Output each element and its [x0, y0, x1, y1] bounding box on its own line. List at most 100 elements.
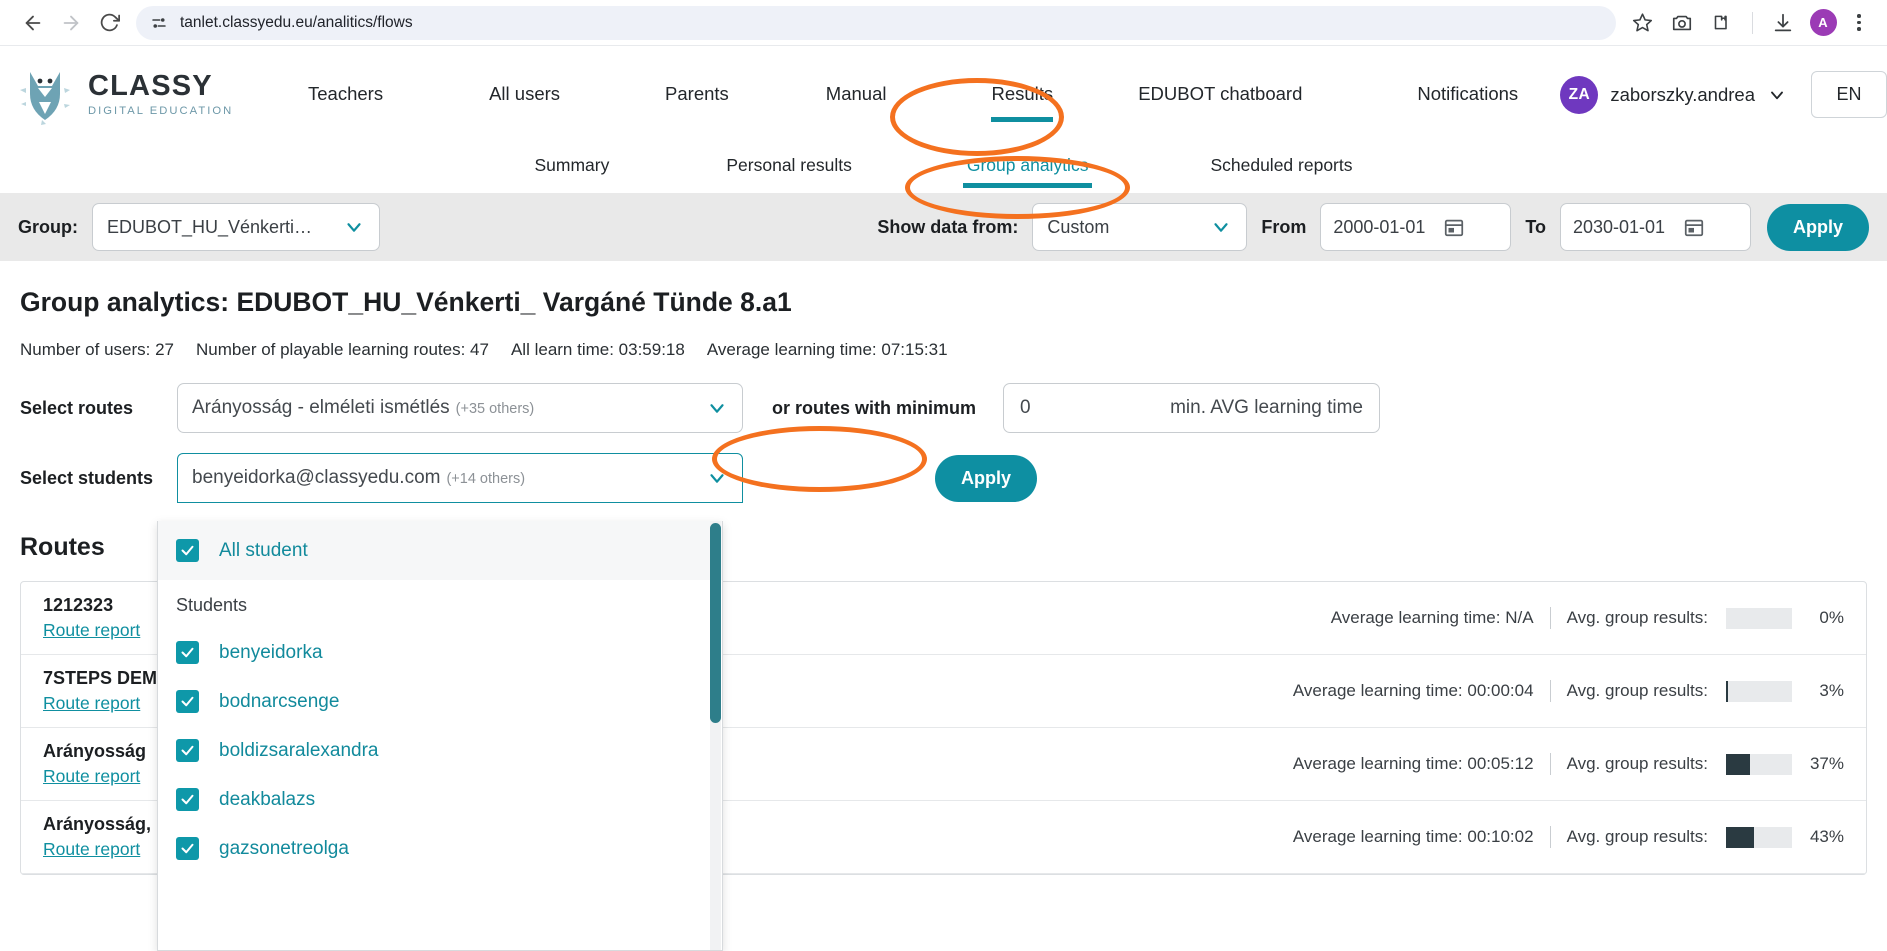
dropdown-option-label: gazsonetreolga: [219, 837, 349, 859]
nav-item-results[interactable]: Results: [991, 46, 1053, 143]
to-date-input[interactable]: 2030-01-01: [1559, 203, 1751, 251]
stat-item: Number of users: 27: [20, 340, 175, 359]
chevron-down-icon[interactable]: [1767, 85, 1787, 105]
user-menu[interactable]: ZA zaborszky.andrea: [1560, 75, 1787, 114]
dropdown-option-benyeidorka[interactable]: benyeidorka: [158, 628, 722, 677]
route-report-link[interactable]: Route report: [43, 620, 140, 641]
nav-item-edubot-chatboard[interactable]: EDUBOT chatboard: [1138, 46, 1302, 143]
back-arrow-icon[interactable]: [14, 4, 52, 42]
star-icon[interactable]: [1624, 5, 1660, 41]
calendar-icon[interactable]: [1683, 216, 1705, 238]
route-info: 7STEPS DEM Route report: [43, 668, 157, 714]
nav-item-label: Manual: [825, 82, 887, 104]
select-routes-label: Select routes: [20, 397, 134, 418]
nav-item-teachers[interactable]: Teachers: [308, 46, 383, 143]
route-name: Arányosság,: [43, 814, 152, 834]
checkbox-checked-icon[interactable]: [176, 690, 199, 713]
dropdown-option-deakbalazs[interactable]: deakbalazs: [158, 775, 722, 824]
avatar: ZA: [1560, 75, 1599, 114]
brand-wordmark: CLASSY DIGITAL EDUCATION: [88, 70, 233, 118]
route-metrics: Average learning time: 00:00:04 Avg. grou…: [1293, 680, 1844, 702]
app-header: CLASSY DIGITAL EDUCATION Teachers All use…: [0, 46, 1887, 143]
reload-icon[interactable]: [90, 4, 128, 42]
route-results-percent: 37%: [1809, 754, 1844, 773]
show-data-from-select[interactable]: Custom: [1032, 203, 1248, 251]
dropdown-option-bodnarcsenge[interactable]: bodnarcsenge: [158, 677, 722, 726]
chevron-down-icon: [706, 467, 728, 489]
route-info: Arányosság, Route report: [43, 814, 151, 860]
nav-item-label: Teachers: [308, 82, 384, 104]
route-results-percent: 0%: [1819, 608, 1844, 627]
camera-icon[interactable]: [1664, 5, 1700, 41]
select-students-row: Select students benyeidorka@classyedu.co…: [20, 453, 1867, 503]
from-date-input[interactable]: 2000-01-01: [1320, 203, 1512, 251]
language-selector[interactable]: EN: [1811, 71, 1887, 118]
students-dropdown-panel[interactable]: All student Students benyeidorka bodnarcsen…: [157, 521, 723, 951]
group-label: Group:: [18, 216, 78, 237]
subnav-item-personal-results[interactable]: Personal results: [726, 155, 851, 182]
routes-multiselect[interactable]: Arányosság - elméleti ismétlés (+35 other…: [177, 383, 743, 433]
route-info: Arányosság Route report: [43, 741, 146, 787]
dropdown-option-gazsonetreolga[interactable]: gazsonetreolga: [158, 824, 722, 873]
route-info: 1212323 Route report: [43, 595, 140, 641]
route-avg-group-results-label: Avg. group results:: [1566, 681, 1708, 700]
filterbar-apply-button[interactable]: Apply: [1766, 203, 1869, 251]
checkbox-checked-icon[interactable]: [176, 837, 199, 860]
kebab-menu-icon[interactable]: [1845, 14, 1873, 31]
route-report-link[interactable]: Route report: [43, 839, 140, 860]
dropdown-option-all-student[interactable]: All student: [158, 521, 722, 580]
dropdown-group-label: Students: [176, 595, 248, 615]
stat-item: Number of playable learning routes: 47: [196, 340, 489, 359]
minimum-avg-time-input[interactable]: 0 min. AVG learning time: [1003, 383, 1381, 433]
download-icon[interactable]: [1765, 5, 1801, 41]
minimum-avg-time-unit: min. AVG learning time: [1170, 397, 1364, 418]
address-bar[interactable]: tanlet.classyedu.eu/analitics/flows: [136, 5, 1616, 40]
forward-arrow-icon[interactable]: [52, 4, 90, 42]
students-multiselect[interactable]: benyeidorka@classyedu.com (+14 others): [177, 453, 743, 503]
students-multiselect-value: benyeidorka@classyedu.com (+14 others): [192, 467, 525, 489]
nav-item-all-users[interactable]: All users: [489, 46, 560, 143]
classy-cat-logo-icon: [14, 64, 76, 126]
nav-item-label: All users: [489, 82, 561, 104]
route-metrics: Average learning time: 00:10:02 Avg. grou…: [1293, 826, 1844, 848]
route-report-link[interactable]: Route report: [43, 766, 140, 787]
calendar-icon[interactable]: [1443, 216, 1465, 238]
sub-navigation: Summary Personal results Group analytics Sc…: [0, 143, 1887, 193]
extensions-icon[interactable]: [1704, 5, 1740, 41]
route-average-learning-time: Average learning time: N/A: [1330, 608, 1534, 627]
route-name: 1212323: [43, 595, 114, 615]
browser-profile-avatar[interactable]: A: [1805, 5, 1841, 41]
filter-bar: Group: EDUBOT_HU_Vénkerti… Show data fro…: [0, 193, 1887, 261]
stats-summary: Number of users: 27 Number of playable le…: [20, 340, 1867, 360]
checkbox-checked-icon[interactable]: [176, 739, 199, 762]
nav-item-label: Parents: [665, 82, 729, 104]
from-label: From: [1261, 216, 1307, 237]
dropdown-option-boldizsaralexandra[interactable]: boldizsaralexandra: [158, 726, 722, 775]
subnav-item-scheduled-reports[interactable]: Scheduled reports: [1210, 155, 1352, 182]
brand-title: CLASSY: [88, 70, 213, 102]
site-settings-icon[interactable]: [150, 14, 168, 32]
group-select[interactable]: EDUBOT_HU_Vénkerti…: [92, 203, 380, 251]
profile-initial: A: [1809, 9, 1837, 36]
subnav-item-group-analytics[interactable]: Group analytics: [962, 155, 1093, 188]
analytics-filters: Select routes Arányosság - elméleti ismé…: [20, 383, 1867, 503]
nav-item-notifications[interactable]: Notifications: [1417, 46, 1518, 143]
checkbox-checked-icon[interactable]: [176, 641, 199, 664]
students-apply-button[interactable]: Apply: [935, 454, 1038, 502]
chevron-down-icon: [1210, 216, 1232, 238]
to-date-value: 2030-01-01: [1572, 216, 1666, 237]
brand-logo[interactable]: CLASSY DIGITAL EDUCATION: [14, 64, 266, 126]
subnav-item-summary[interactable]: Summary: [535, 155, 610, 182]
route-average-learning-time: Average learning time: 00:00:04: [1292, 681, 1534, 700]
nav-item-parents[interactable]: Parents: [665, 46, 729, 143]
nav-item-manual[interactable]: Manual: [826, 46, 887, 143]
checkbox-checked-icon[interactable]: [176, 788, 199, 811]
routes-others-count: (+35 others): [455, 401, 535, 417]
dropdown-scrollbar-thumb[interactable]: [710, 523, 721, 723]
route-results-bar-fill: [1726, 826, 1755, 848]
route-average-learning-time: Average learning time: 00:05:12: [1292, 754, 1534, 773]
checkbox-checked-icon[interactable]: [176, 539, 199, 562]
url-text: tanlet.classyedu.eu/analitics/flows: [180, 13, 413, 31]
route-report-link[interactable]: Route report: [43, 693, 140, 714]
route-metrics: Average learning time: N/A Avg. group res…: [1331, 607, 1844, 629]
